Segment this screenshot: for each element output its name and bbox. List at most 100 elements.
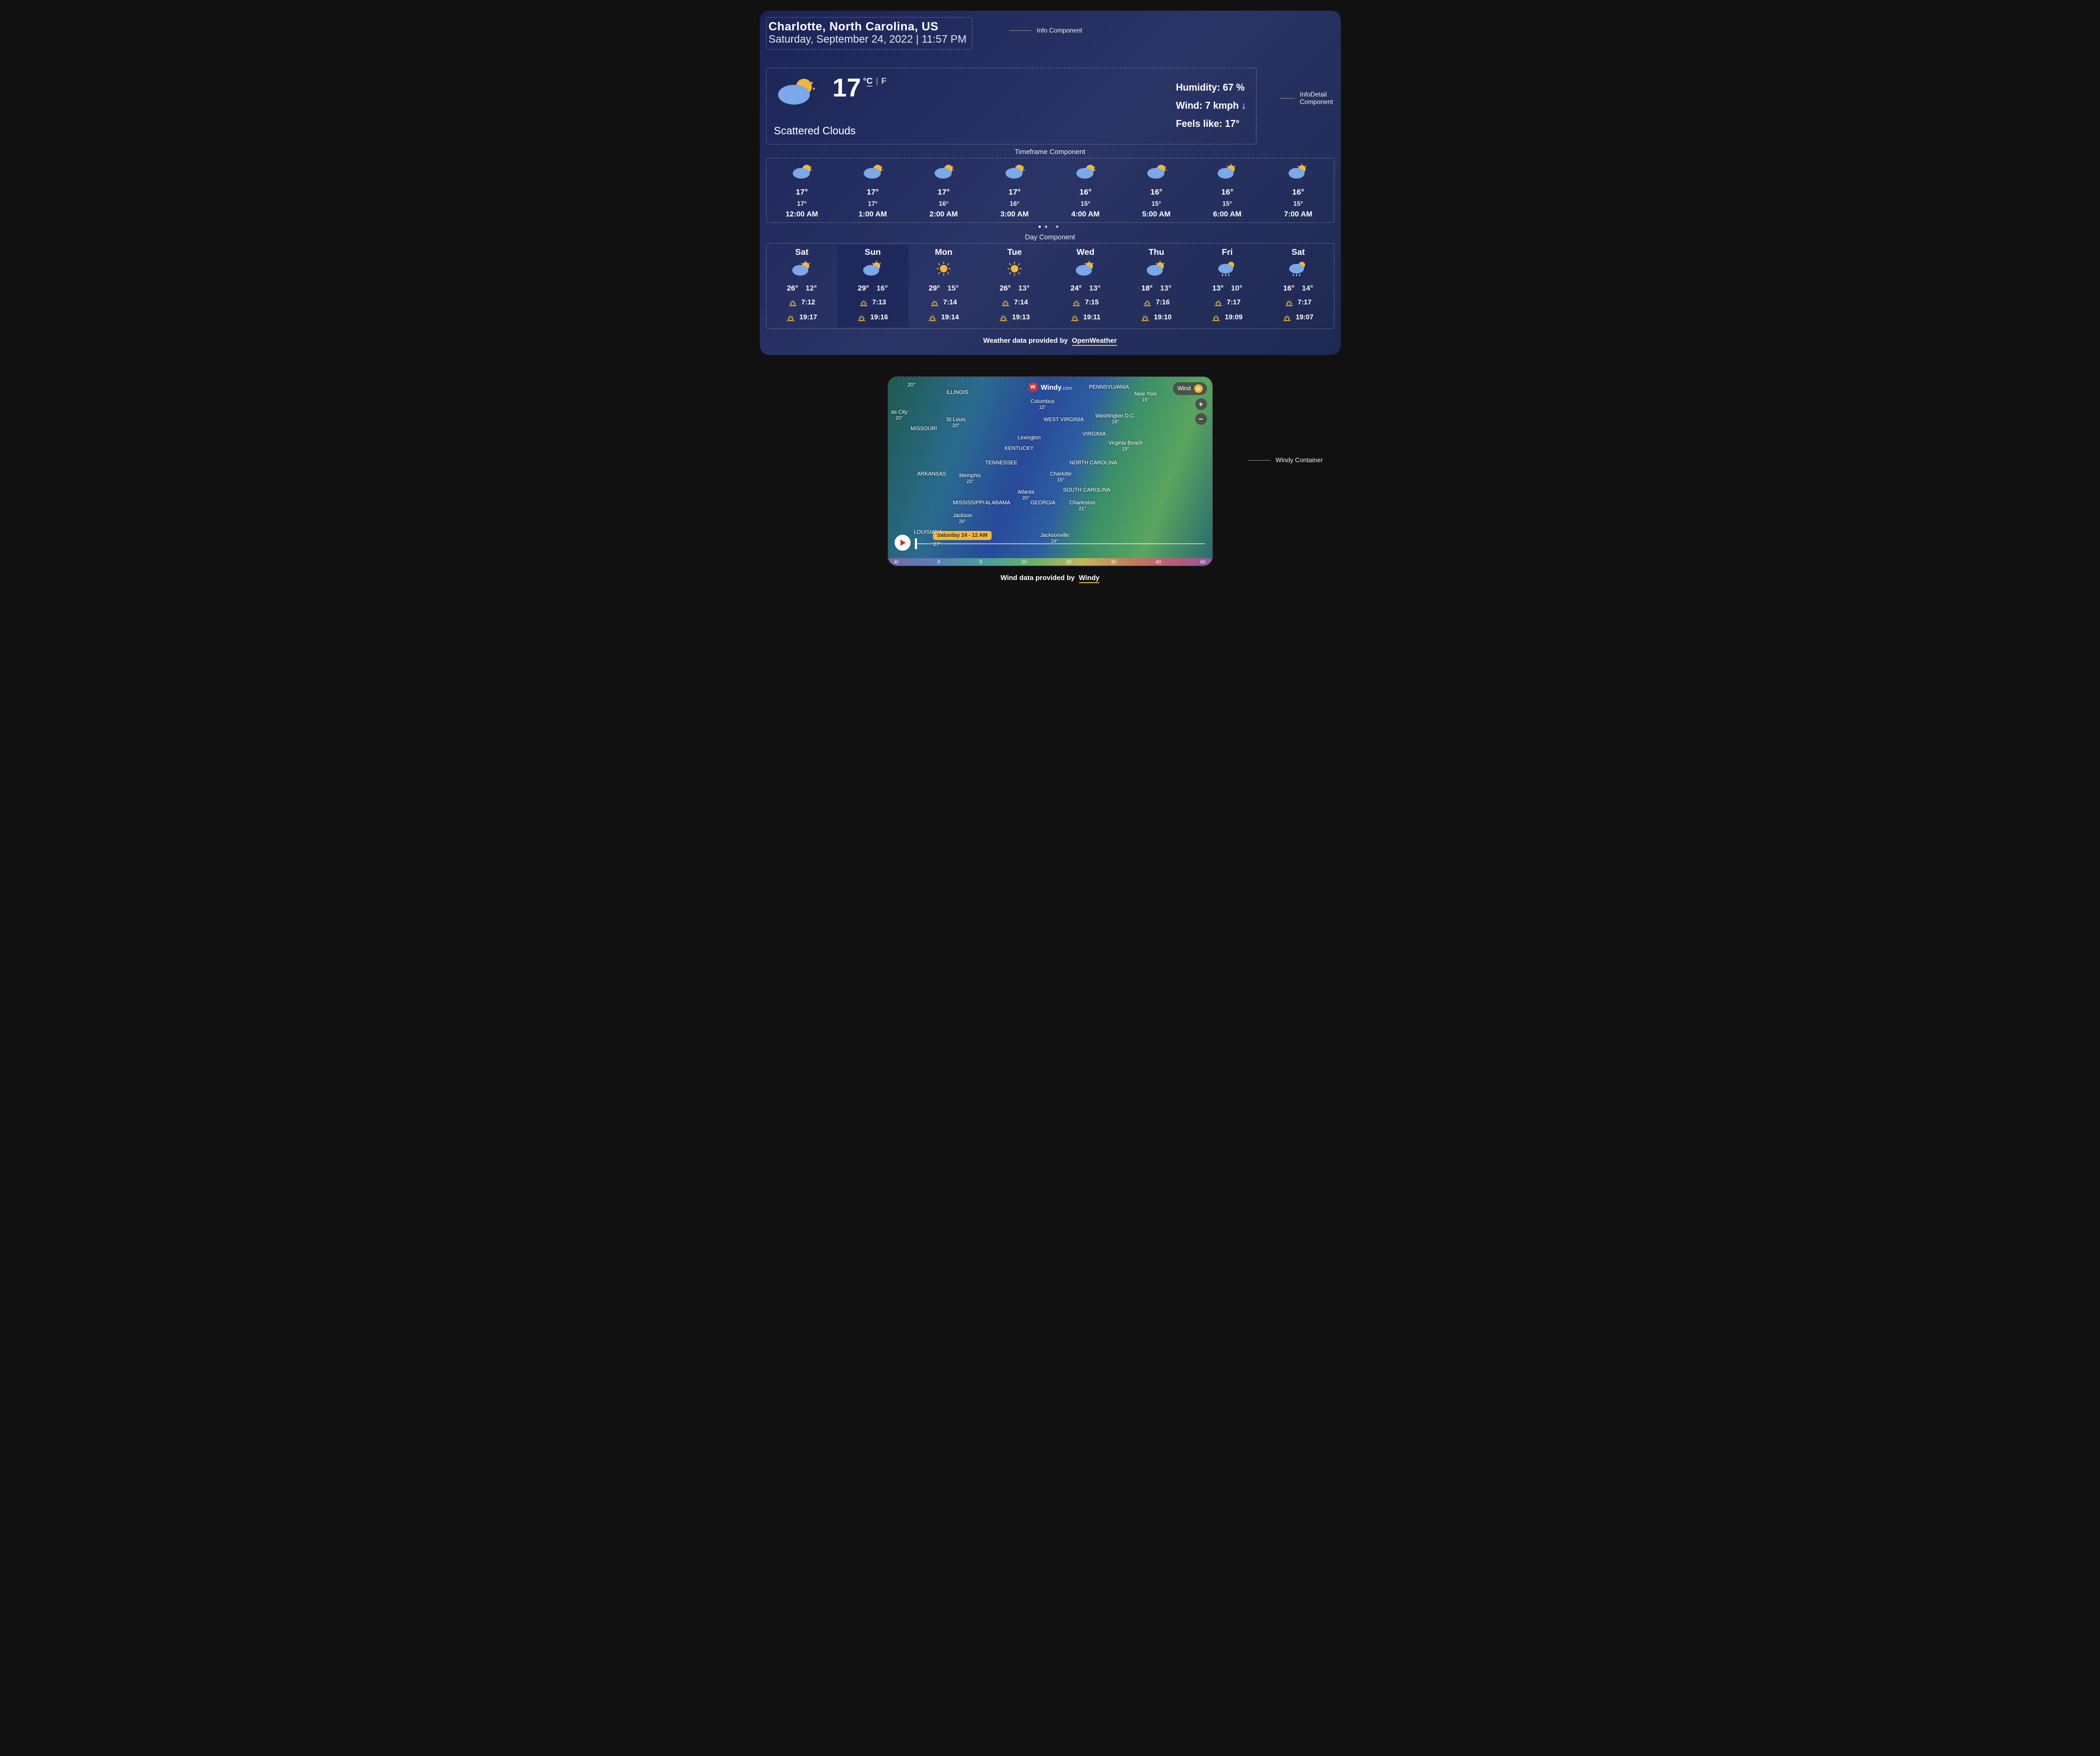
day-name: Wed xyxy=(1050,248,1121,257)
hour-temp: 17° xyxy=(838,188,908,197)
location-text: Charlotte, North Carolina, US xyxy=(769,20,967,34)
day-label: Day Component xyxy=(766,233,1334,241)
hour-column[interactable]: 17° 16° 3:00 AM xyxy=(979,160,1050,220)
day-temps: 29°15° xyxy=(908,284,979,292)
openweather-link[interactable]: OpenWeather xyxy=(1072,336,1117,346)
zoom-in-button[interactable]: + xyxy=(1195,398,1207,410)
sunrise-row: 7:15 xyxy=(1050,296,1121,307)
day-temps: 16°14° xyxy=(1263,284,1334,292)
weather-description: Scattered Clouds xyxy=(774,125,887,138)
map-city-label: VIRGINIA xyxy=(1082,431,1106,437)
weather-metrics: Humidity: 67 % Wind: 7 kmph ↓ Feels like… xyxy=(1176,78,1246,133)
unit-celsius[interactable]: C xyxy=(866,77,873,86)
hour-feels: 15° xyxy=(1263,200,1334,207)
map-city-label: ILLINOIS xyxy=(946,390,968,396)
hour-feels: 16° xyxy=(979,200,1050,207)
map-city-label: LOUISIANA xyxy=(914,529,942,535)
day-column[interactable]: Tue 26°13° 7:14 19:13 xyxy=(979,245,1050,327)
map-city-label: Jacksonville24° xyxy=(1040,533,1069,544)
timeframe-component: 17° 17° 12:00 AM 17° 17° 1:00 AM 17° 16°… xyxy=(766,158,1334,223)
map-city-label: ALABAMA xyxy=(985,500,1010,506)
hour-column[interactable]: 16° 15° 6:00 AM xyxy=(1192,160,1263,220)
hour-time: 12:00 AM xyxy=(767,210,838,218)
unit-fahrenheit[interactable]: F xyxy=(881,77,887,86)
day-name: Tue xyxy=(979,248,1050,257)
hour-column[interactable]: 17° 17° 12:00 AM xyxy=(767,160,838,220)
hour-column[interactable]: 17° 16° 2:00 AM xyxy=(908,160,979,220)
current-temp: 17 ° C | F xyxy=(833,74,887,103)
day-column[interactable]: Mon 29°15° 7:14 19:14 xyxy=(908,245,979,327)
sunset-row: 19:13 xyxy=(979,311,1050,322)
windy-link[interactable]: Windy xyxy=(1079,574,1100,583)
hour-temp: 16° xyxy=(1121,188,1192,197)
sunrise-row: 7:12 xyxy=(767,296,838,307)
wind-icon: ≋ xyxy=(1194,384,1203,393)
sunset-row: 19:10 xyxy=(1121,311,1192,322)
day-temps: 24°13° xyxy=(1050,284,1121,292)
info-detail-component: 17 ° C | F Scattered Clouds Humidity: 67… xyxy=(766,68,1257,144)
sunrise-row: 7:16 xyxy=(1121,296,1192,307)
hour-column[interactable]: 17° 17° 1:00 AM xyxy=(838,160,908,220)
windy-container: W Windy.com Wind ≋ + − Saturday 24 - 12 … xyxy=(888,376,1213,566)
annotation-windy: Windy Container xyxy=(1248,456,1323,464)
annotation-info-detail: InfoDetail Component xyxy=(1280,91,1341,106)
hour-time: 1:00 AM xyxy=(838,210,908,218)
map-city-label: Atlanta20° xyxy=(1018,489,1034,501)
hour-time: 3:00 AM xyxy=(979,210,1050,218)
hour-temp: 17° xyxy=(767,188,838,197)
day-temps: 13°10° xyxy=(1192,284,1263,292)
map-city-label: PENNSYLVANIA xyxy=(1089,384,1129,390)
wind-layer-button[interactable]: Wind ≋ xyxy=(1173,382,1206,395)
hour-column[interactable]: 16° 15° 4:00 AM xyxy=(1050,160,1121,220)
hour-feels: 17° xyxy=(838,200,908,207)
map-city-label: as City20° xyxy=(891,409,908,421)
day-name: Thu xyxy=(1121,248,1192,257)
day-column[interactable]: Sun 29°16° 7:13 19:16 xyxy=(838,245,908,327)
day-component: Sat 26°12° 7:12 19:17Sun 29°16° 7:13 19:… xyxy=(766,243,1334,329)
day-name: Fri xyxy=(1192,248,1263,257)
map-city-label: New York15° xyxy=(1135,391,1157,402)
datetime-text: Saturday, September 24, 2022 | 11:57 PM xyxy=(769,34,967,46)
day-temps: 18°13° xyxy=(1121,284,1192,292)
day-name: Sat xyxy=(1263,248,1334,257)
windy-attribution: Wind data provided by Windy xyxy=(760,574,1341,582)
map-city-label: KENTUCKY xyxy=(1004,446,1033,452)
day-column[interactable]: Thu 18°13° 7:16 19:10 xyxy=(1121,245,1192,327)
hour-temp: 16° xyxy=(1050,188,1121,197)
hour-column[interactable]: 16° 15° 7:00 AM xyxy=(1263,160,1334,220)
windy-map[interactable]: W Windy.com Wind ≋ + − Saturday 24 - 12 … xyxy=(888,377,1212,558)
map-city-label: Jackson26° xyxy=(953,513,972,524)
day-temps: 26°13° xyxy=(979,284,1050,292)
hour-time: 4:00 AM xyxy=(1050,210,1121,218)
hour-temp: 17° xyxy=(908,188,979,197)
pagination-dots[interactable]: ●● ● xyxy=(766,223,1334,230)
hour-time: 6:00 AM xyxy=(1192,210,1263,218)
sunset-row: 19:11 xyxy=(1050,311,1121,322)
map-city-label: Virginia Beach19° xyxy=(1108,440,1142,452)
map-city-label: WEST VIRGINIA xyxy=(1043,417,1083,423)
day-name: Mon xyxy=(908,248,979,257)
sunrise-row: 7:14 xyxy=(908,296,979,307)
map-city-label: SOUTH CAROLINA xyxy=(1063,487,1111,493)
map-city-label: ARKANSAS xyxy=(917,471,946,477)
sunrise-row: 7:14 xyxy=(979,296,1050,307)
map-city-label: Washington D.C.19° xyxy=(1096,413,1136,424)
hour-column[interactable]: 16° 15° 5:00 AM xyxy=(1121,160,1192,220)
play-button[interactable] xyxy=(895,535,911,551)
day-column[interactable]: Sat 26°12° 7:12 19:17 xyxy=(767,245,838,327)
day-column[interactable]: Fri 13°10° 7:17 19:09 xyxy=(1192,245,1263,327)
day-column[interactable]: Wed 24°13° 7:15 19:11 xyxy=(1050,245,1121,327)
zoom-out-button[interactable]: − xyxy=(1195,413,1207,425)
hour-time: 2:00 AM xyxy=(908,210,979,218)
day-column[interactable]: Sat 16°14° 7:17 19:07 xyxy=(1263,245,1334,327)
hour-temp: 16° xyxy=(1192,188,1263,197)
timeframe-label: Timeframe Component xyxy=(766,148,1334,156)
map-city-label: Memphis23° xyxy=(959,473,981,484)
sunset-row: 19:07 xyxy=(1263,311,1334,322)
map-city-label: Charleston21° xyxy=(1069,500,1095,511)
windy-logo[interactable]: W Windy.com xyxy=(1028,382,1072,392)
sunset-row: 19:09 xyxy=(1192,311,1263,322)
weather-card: Charlotte, North Carolina, US Saturday, … xyxy=(760,11,1341,355)
hour-time: 7:00 AM xyxy=(1263,210,1334,218)
map-city-label: MISSOURI xyxy=(911,426,937,432)
